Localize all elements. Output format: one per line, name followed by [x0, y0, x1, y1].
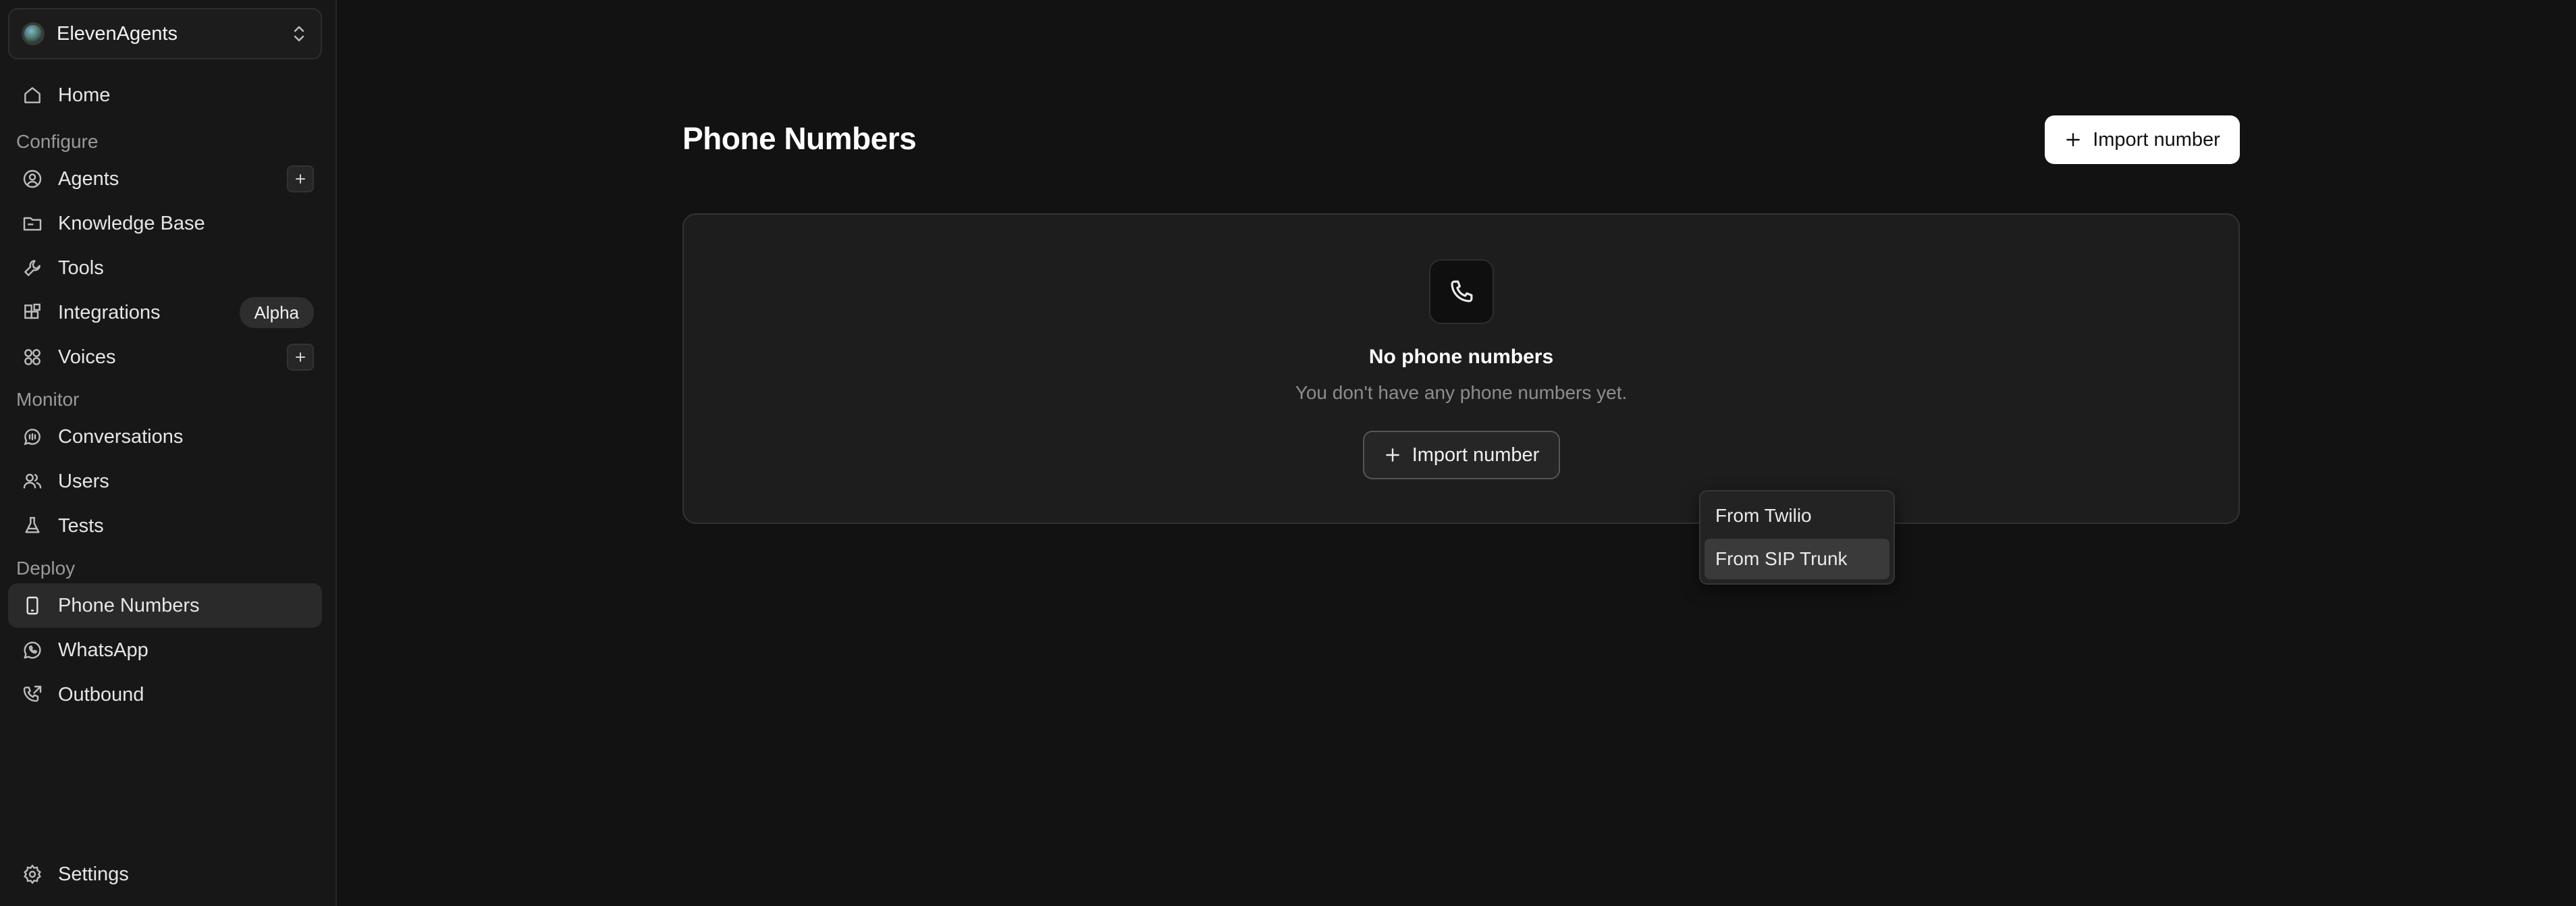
plus-icon [2066, 133, 2081, 146]
sidebar-item-label: WhatsApp [58, 639, 149, 661]
import-number-label: Import number [2093, 128, 2220, 151]
sidebar-item-label: Agents [58, 167, 119, 190]
empty-state-card: No phone numbers You don't have any phon… [682, 213, 2240, 524]
workspace-name: ElevenAgents [57, 22, 178, 45]
phone-icon [1451, 280, 1473, 302]
whatsapp-icon [20, 638, 45, 662]
sidebar-item-whatsapp[interactable]: WhatsApp [8, 628, 322, 672]
main-content: Phone Numbers Import number No phone num… [337, 0, 2576, 906]
app-root: ElevenAgents Home Configure Agents Knowl… [0, 0, 2576, 906]
dropdown-option-twilio[interactable]: From Twilio [1705, 496, 1889, 536]
workspace-switcher[interactable]: ElevenAgents [8, 8, 322, 59]
sidebar-item-voices[interactable]: Voices [8, 335, 322, 379]
sidebar-item-users[interactable]: Users [8, 459, 322, 504]
empty-import-number-button[interactable]: Import number [1363, 431, 1560, 479]
sidebar-item-tools[interactable]: Tools [8, 246, 322, 290]
wrench-icon [20, 256, 45, 280]
plus-icon [296, 352, 305, 362]
integrations-icon [20, 300, 45, 325]
sidebar-item-integrations[interactable]: Integrations Alpha [8, 290, 322, 335]
sidebar-item-knowledge-base[interactable]: Knowledge Base [8, 201, 322, 246]
phone-icon-container [1429, 259, 1494, 324]
empty-state-title: No phone numbers [1368, 346, 1554, 368]
add-agent-button[interactable] [287, 165, 314, 192]
dropdown-option-sip-trunk[interactable]: From SIP Trunk [1705, 539, 1889, 579]
plus-icon [296, 174, 305, 184]
sidebar-item-outbound[interactable]: Outbound [8, 672, 322, 717]
mobile-phone-icon [20, 593, 45, 618]
sidebar-item-settings[interactable]: Settings [8, 852, 322, 897]
import-number-label: Import number [1412, 444, 1540, 466]
sidebar-item-home[interactable]: Home [8, 73, 322, 117]
voices-icon [20, 345, 45, 369]
sidebar-item-label: Phone Numbers [58, 594, 200, 616]
gear-icon [20, 862, 45, 886]
sidebar-item-label: Tools [58, 257, 104, 279]
home-icon [20, 83, 45, 107]
sidebar-item-label: Integrations [58, 301, 161, 323]
outbound-call-icon [20, 683, 45, 707]
sidebar-item-label: Home [58, 84, 111, 106]
sidebar-item-label: Tests [58, 514, 104, 537]
sidebar-item-label: Settings [58, 863, 129, 885]
section-label-monitor: Monitor [16, 389, 80, 410]
sidebar-item-agents[interactable]: Agents [8, 157, 322, 201]
workspace-logo [22, 22, 45, 45]
chevron-up-down-icon [294, 26, 304, 42]
empty-state-subtitle: You don't have any phone numbers yet. [1295, 382, 1628, 403]
add-voice-button[interactable] [287, 344, 314, 371]
flask-icon [20, 514, 45, 538]
import-number-button[interactable]: Import number [2045, 115, 2240, 164]
folder-icon [20, 211, 45, 236]
sidebar-item-phone-numbers[interactable]: Phone Numbers [8, 583, 322, 628]
chat-bubble-icon [20, 425, 45, 449]
user-circle-icon [20, 167, 45, 191]
plus-icon [1385, 448, 1399, 462]
sidebar-item-label: Voices [58, 346, 116, 368]
section-label-configure: Configure [16, 131, 99, 152]
sidebar-item-label: Knowledge Base [58, 212, 205, 234]
sidebar-item-tests[interactable]: Tests [8, 504, 322, 548]
sidebar-item-label: Conversations [58, 425, 184, 448]
sidebar-item-label: Users [58, 470, 109, 492]
sidebar-item-conversations[interactable]: Conversations [8, 415, 322, 459]
sidebar-item-label: Outbound [58, 683, 144, 705]
alpha-badge: Alpha [239, 297, 314, 328]
section-label-deploy: Deploy [16, 558, 76, 579]
sidebar: ElevenAgents Home Configure Agents Knowl… [0, 0, 337, 906]
users-icon [20, 469, 45, 494]
page-title: Phone Numbers [682, 121, 917, 156]
import-source-dropdown: From Twilio From SIP Trunk [1699, 490, 1895, 585]
